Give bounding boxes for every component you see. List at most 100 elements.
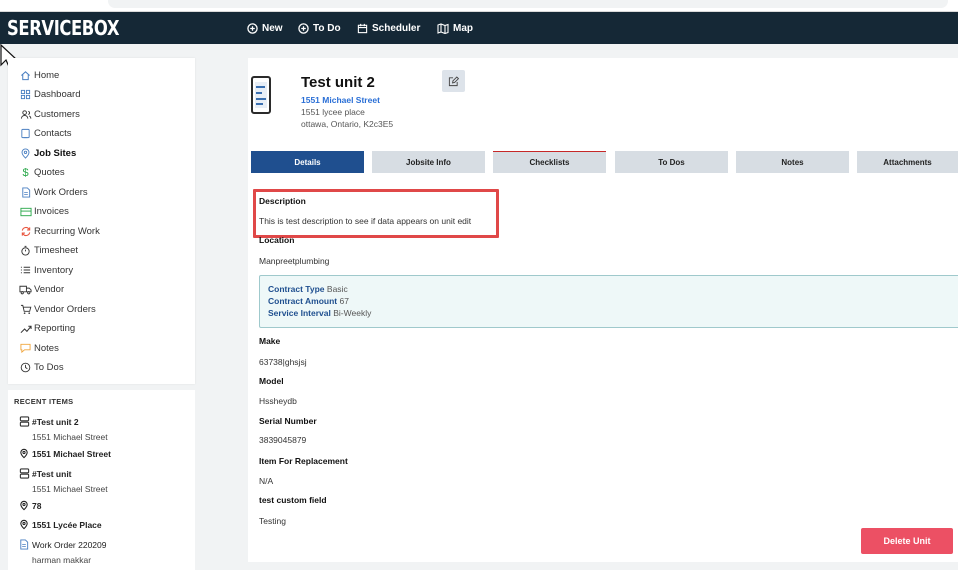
map-icon xyxy=(437,22,449,34)
nav-new-button[interactable]: New xyxy=(247,12,283,44)
sidebar-item-timesheet[interactable]: Timesheet xyxy=(19,243,78,259)
custom-field-label: test custom field xyxy=(259,495,327,505)
recent-item[interactable]: #Test unit 2 xyxy=(16,416,79,427)
location-label: Location xyxy=(259,235,295,245)
tab-attachments[interactable]: Attachments xyxy=(857,151,958,173)
sidebar-item-label: Notes xyxy=(34,342,59,354)
sidebar-item-label: Work Orders xyxy=(34,186,88,198)
sidebar-item-notes[interactable]: Notes xyxy=(19,340,59,356)
recent-item[interactable]: 1551 Michael Street xyxy=(16,448,111,459)
tab-notes[interactable]: Notes xyxy=(736,151,849,173)
sidebar-item-label: Invoices xyxy=(34,206,69,217)
serial-number-label: Serial Number xyxy=(259,416,317,426)
clock-icon xyxy=(19,362,32,373)
list-icon xyxy=(19,265,32,275)
sidebar-item-label: Job Sites xyxy=(34,147,77,159)
browser-url-bar[interactable] xyxy=(108,0,948,8)
jobsite-address-link[interactable]: 1551 Michael Street xyxy=(301,95,380,105)
recent-items-title: RECENT ITEMS xyxy=(14,397,74,406)
sidebar-item-work-orders[interactable]: Work Orders xyxy=(19,184,88,200)
sidebar-item-reporting[interactable]: Reporting xyxy=(19,321,75,337)
trend-icon xyxy=(19,324,32,334)
tab-to-dos[interactable]: To Dos xyxy=(615,151,728,173)
service-interval-label: Service Interval xyxy=(268,308,331,318)
server-icon xyxy=(16,468,32,479)
unit-detail-panel: Test unit 2 1551 Michael Street 1551 lyc… xyxy=(248,58,958,562)
recent-item-sub: harman makkar xyxy=(32,555,92,565)
recurring-icon xyxy=(19,226,32,237)
sidebar-item-label: Reporting xyxy=(34,323,76,334)
document-icon xyxy=(19,186,32,198)
make-label: Make xyxy=(259,336,281,346)
sidebar-item-customers[interactable]: Customers xyxy=(19,106,80,122)
item-for-replacement-label: Item For Replacement xyxy=(259,456,348,466)
recent-item-label: 1551 Lycée Place xyxy=(32,519,102,530)
recent-item-label: #Test unit 2 xyxy=(32,416,79,427)
plus-circle-icon xyxy=(298,22,309,34)
sidebar-item-vendor[interactable]: Vendor xyxy=(19,282,64,298)
dashboard-icon xyxy=(19,89,32,100)
recent-item[interactable]: Work Order 220209 xyxy=(16,539,107,550)
sidebar-item-to-dos[interactable]: To Dos xyxy=(19,360,64,376)
sidebar-item-label: Vendor xyxy=(34,284,65,295)
sidebar-item-dashboard[interactable]: Dashboard xyxy=(19,87,80,103)
sidebar-item-label: Vendor Orders xyxy=(34,303,96,315)
address-line-1: 1551 lycee place xyxy=(301,107,365,117)
sidebar-item-label: Quotes xyxy=(34,167,65,178)
serial-number-value: 3839045879 xyxy=(259,435,307,445)
nav-scheduler-button[interactable]: Scheduler xyxy=(357,12,420,44)
sidebar-item-label: To Dos xyxy=(34,362,64,373)
sidebar-item-label: Dashboard xyxy=(34,89,81,100)
recent-item-label: Work Order 220209 xyxy=(32,539,107,550)
address-line-2: ottawa, Ontario, K2c3E5 xyxy=(301,119,394,129)
recent-item-sub: 1551 Michael Street xyxy=(32,432,108,442)
sidebar-nav: Home Dashboard Customers Contacts Job Si… xyxy=(8,58,195,384)
make-value: 63738|ghsjsj xyxy=(259,357,307,367)
location-pin-icon xyxy=(16,500,32,511)
truck-icon xyxy=(19,284,32,295)
recent-item[interactable]: #Test unit xyxy=(16,468,72,479)
sidebar-item-home[interactable]: Home xyxy=(19,67,59,83)
description-label: Description xyxy=(259,196,306,206)
sidebar-item-label: Home xyxy=(34,69,60,81)
tab-checklists[interactable]: Checklists xyxy=(493,151,606,173)
sidebar-item-label: Recurring Work xyxy=(34,225,100,237)
unit-device-icon xyxy=(251,76,271,114)
sidebar-item-job-sites[interactable]: Job Sites xyxy=(19,145,76,161)
recent-items-panel: RECENT ITEMS #Test unit 2 1551 Michael S… xyxy=(8,390,195,570)
recent-item[interactable]: 1551 Lycée Place xyxy=(16,519,102,530)
edit-unit-button[interactable] xyxy=(442,70,465,92)
document-icon xyxy=(16,539,32,550)
nav-new-label: New xyxy=(262,22,283,34)
home-icon xyxy=(19,70,32,81)
sidebar-item-vendor-orders[interactable]: Vendor Orders xyxy=(19,301,96,317)
nav-todo-button[interactable]: To Do xyxy=(298,12,341,44)
sidebar-item-label: Contacts xyxy=(34,128,72,139)
contract-type-row: Contract Type Basic xyxy=(268,284,348,294)
sidebar-item-label: Timesheet xyxy=(34,245,78,256)
tab-details[interactable]: Details xyxy=(251,151,364,173)
item-for-replacement-value: N/A xyxy=(259,476,274,486)
tab-jobsite-info[interactable]: Jobsite Info xyxy=(372,151,485,173)
app-logo[interactable]: SERVICEBOX xyxy=(7,16,119,40)
nav-scheduler-label: Scheduler xyxy=(372,22,421,34)
sidebar-item-invoices[interactable]: Invoices xyxy=(19,204,69,220)
recent-item[interactable]: 78 xyxy=(16,500,41,511)
sidebar-item-contacts[interactable]: Contacts xyxy=(19,126,72,142)
recent-item-sub: 1551 Michael Street xyxy=(32,484,108,494)
sidebar-item-quotes[interactable]: $ Quotes xyxy=(19,165,65,181)
nav-map-label: Map xyxy=(453,22,473,34)
dollar-icon: $ xyxy=(22,166,29,179)
contract-amount-label: Contract Amount xyxy=(268,296,338,306)
sidebar-item-recurring-work[interactable]: Recurring Work xyxy=(19,223,100,239)
contract-amount-row: Contract Amount 67 xyxy=(268,296,349,306)
edit-icon xyxy=(448,75,459,86)
cart-icon xyxy=(19,304,32,315)
delete-unit-button[interactable]: Delete Unit xyxy=(861,528,953,554)
contract-amount-value: 67 xyxy=(339,296,349,306)
sidebar-item-inventory[interactable]: Inventory xyxy=(19,262,73,278)
nav-map-button[interactable]: Map xyxy=(437,12,473,44)
calendar-icon xyxy=(357,23,368,33)
model-value: Hssheydb xyxy=(259,396,297,406)
recent-item-label: 78 xyxy=(32,500,42,511)
